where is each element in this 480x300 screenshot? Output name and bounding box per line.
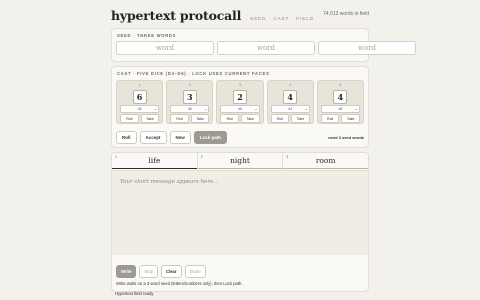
word-tabs: 1 life 2 night 3 room: [112, 153, 369, 171]
die-type-select[interactable]: d4 ⌄: [270, 105, 310, 113]
die-type-value: d6: [338, 107, 343, 111]
word-count: 74,513 words in field: [323, 11, 369, 17]
die-type-select[interactable]: d6 ⌄: [170, 105, 210, 113]
editor-actions: Write Stop Clear Share: [116, 265, 206, 278]
tab-room[interactable]: 3 room: [283, 153, 369, 170]
chevron-down-icon: ⌄: [254, 106, 258, 111]
seed-panel: SEED · THREE WORDS: [111, 28, 416, 62]
die-take-button[interactable]: Take: [140, 114, 160, 123]
die-roll-button[interactable]: Roll: [120, 114, 139, 123]
new-button[interactable]: New: [169, 131, 191, 144]
chevron-down-icon: ⌄: [204, 106, 208, 111]
clear-button[interactable]: Clear: [161, 265, 182, 278]
tab-label: night: [230, 156, 250, 165]
seed-word-1-input[interactable]: [116, 41, 214, 55]
die-buttons: Roll Take: [220, 114, 260, 123]
die-3: 3 2 d6 ⌄ Roll Take: [216, 80, 264, 124]
cast-label: CAST · FIVE DICE (D4–D6) · LOCK USES CUR…: [117, 71, 270, 76]
chevron-down-icon: ⌄: [304, 106, 308, 111]
tab-night[interactable]: 2 night: [197, 153, 284, 170]
message-textarea[interactable]: [112, 171, 368, 255]
die-roll-button[interactable]: Roll: [170, 114, 189, 123]
cast-panel: CAST · FIVE DICE (D4–D6) · LOCK USES CUR…: [111, 66, 369, 148]
chevron-down-icon: ⌄: [153, 106, 158, 111]
die-index: 1: [138, 83, 141, 87]
dice-row: 1 6 d6 ⌄ Roll Take 2 3 d6 ⌄ Roll Take 3 2 …: [116, 80, 365, 124]
tab-label: room: [315, 156, 336, 165]
die-type-value: d4: [288, 107, 293, 111]
seed-word-3-input[interactable]: [318, 41, 416, 55]
die-face: 3: [182, 90, 197, 104]
die-roll-button[interactable]: Roll: [270, 114, 290, 123]
die-face: 6: [132, 90, 147, 104]
tab-life[interactable]: 1 life: [112, 153, 198, 170]
tab-underline: [112, 168, 197, 169]
share-button[interactable]: Share: [184, 265, 206, 278]
die-5: 5 4 d6 ⌄ Roll Take: [316, 80, 365, 124]
tab-underline: [197, 168, 283, 169]
die-roll-button[interactable]: Roll: [320, 114, 340, 123]
write-button[interactable]: Write: [116, 265, 137, 278]
die-type-select[interactable]: d6 ⌄: [220, 105, 260, 113]
die-index: 5: [339, 83, 342, 87]
die-type-value: d6: [187, 107, 192, 111]
die-buttons: Roll Take: [170, 114, 210, 123]
lock-path-button[interactable]: Lock path: [193, 131, 228, 144]
die-1: 1 6 d6 ⌄ Roll Take: [116, 80, 164, 124]
die-take-button[interactable]: Take: [241, 114, 260, 123]
chevron-down-icon: ⌄: [354, 106, 359, 111]
roll-all-button[interactable]: Roll: [116, 131, 137, 144]
status-text: Hypertext field ready.: [115, 291, 155, 296]
die-4: 4 4 d4 ⌄ Roll Take: [266, 80, 314, 124]
die-index: 4: [289, 83, 292, 87]
die-type-select[interactable]: d6 ⌄: [120, 105, 160, 113]
die-face: 4: [333, 90, 348, 104]
die-index: 2: [188, 83, 191, 87]
die-buttons: Roll Take: [120, 114, 160, 123]
tab-underline: [283, 168, 369, 169]
seed-inputs: [116, 41, 416, 55]
die-take-button[interactable]: Take: [190, 114, 210, 123]
die-buttons: Roll Take: [270, 114, 310, 123]
stop-button[interactable]: Stop: [139, 265, 159, 278]
die-type-value: d6: [238, 107, 242, 111]
die-buttons: Roll Take: [320, 114, 361, 123]
die-2: 2 3 d6 ⌄ Roll Take: [166, 80, 214, 124]
app-header: hypertext protocall SEED · CAST · FIELD …: [111, 8, 369, 28]
seed-word-2-input[interactable]: [217, 41, 315, 55]
cast-actions: Roll Accept New Lock path need 3 seed wo…: [116, 131, 364, 144]
write-hint: Write waits on a 3-word seed (letters/nu…: [116, 281, 243, 286]
accept-button[interactable]: Accept: [139, 131, 167, 144]
die-type-value: d6: [137, 107, 142, 111]
app-tagline: SEED · CAST · FIELD: [250, 16, 315, 21]
die-face: 4: [283, 90, 298, 104]
app-title: hypertext protocall: [111, 8, 242, 23]
die-take-button[interactable]: Take: [341, 114, 361, 123]
editor-panel: 1 life 2 night 3 room Write Stop Clear S…: [111, 152, 369, 292]
die-face: 2: [233, 90, 247, 104]
tab-label: life: [148, 156, 161, 165]
seed-requirement-note: need 3 seed words: [328, 135, 364, 140]
die-type-select[interactable]: d6 ⌄: [320, 105, 361, 113]
seed-label: SEED · THREE WORDS: [117, 33, 177, 38]
die-take-button[interactable]: Take: [291, 114, 310, 123]
die-index: 3: [239, 83, 241, 87]
die-roll-button[interactable]: Roll: [220, 114, 240, 123]
